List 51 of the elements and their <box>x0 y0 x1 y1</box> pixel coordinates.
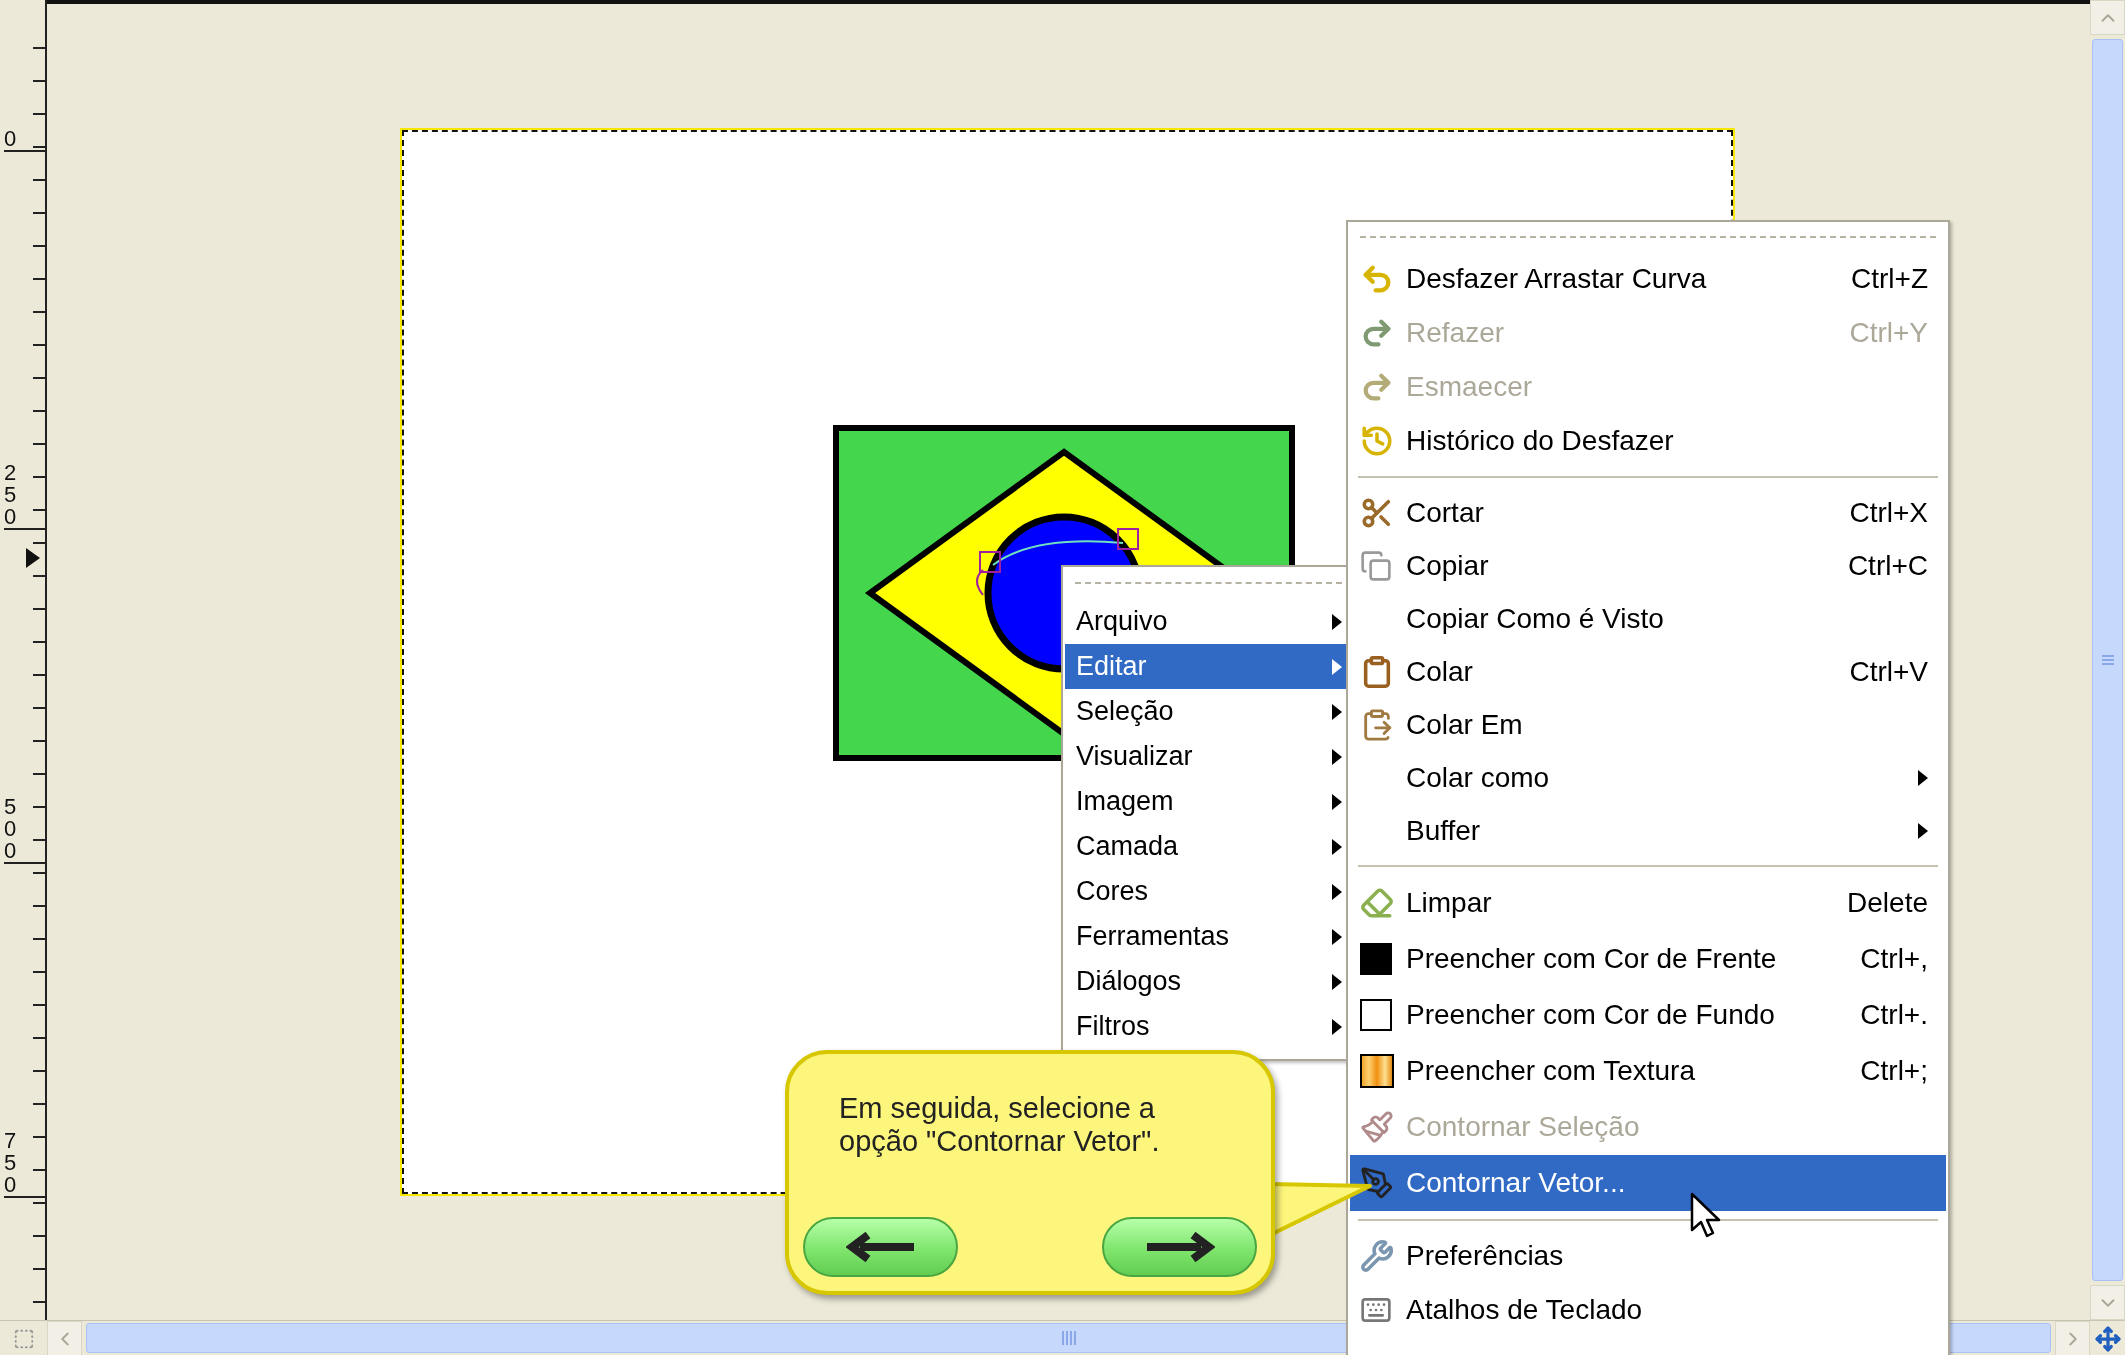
menu-item[interactable]: Buffer <box>1350 804 1946 857</box>
ruler-label: 250 <box>4 462 47 530</box>
quick-mask-icon[interactable] <box>12 1327 35 1350</box>
menu-item[interactable]: Desfazer Arrastar Curva Ctrl+Z <box>1350 252 1946 306</box>
wrench-icon <box>1360 1239 1394 1273</box>
menu-item[interactable]: Colar Ctrl+V <box>1350 645 1946 698</box>
submenu-arrow-icon <box>1332 838 1342 855</box>
menu-item[interactable]: Colar Em <box>1350 698 1946 751</box>
menu-item[interactable]: Preencher com Cor de Frente Ctrl+, <box>1350 931 1946 987</box>
submenu-arrow-icon <box>1918 822 1928 839</box>
menu-item[interactable]: Limpar Delete <box>1350 875 1946 931</box>
submenu-arrow-icon <box>1332 613 1342 630</box>
submenu-arrow-icon <box>1918 769 1928 786</box>
menu-item[interactable]: Preencher com Cor de Fundo Ctrl+. <box>1350 987 1946 1043</box>
right-arrow-icon <box>1144 1232 1215 1262</box>
submenu-arrow-icon <box>1332 973 1342 990</box>
submenu-arrow-icon <box>1332 703 1342 720</box>
scroll-down-button[interactable] <box>2090 1285 2125 1320</box>
ruler-label: 500 <box>4 796 47 864</box>
next-button[interactable] <box>1102 1217 1257 1277</box>
menu-item[interactable]: Copiar Como é Visto <box>1350 592 1946 645</box>
submenu-arrow-icon <box>1332 658 1342 675</box>
pointer-position-marker-icon <box>26 548 40 568</box>
scroll-left-button[interactable] <box>47 1321 82 1355</box>
menu-item[interactable]: Preencher com Textura Ctrl+; <box>1350 1043 1946 1099</box>
submenu-arrow-icon <box>1332 748 1342 765</box>
scroll-up-button[interactable] <box>2090 0 2125 35</box>
ruler-label: 0 <box>4 128 47 152</box>
back-button[interactable] <box>803 1217 958 1277</box>
menu-item[interactable]: Colar como <box>1350 751 1946 804</box>
pattern-swatch-icon <box>1360 1054 1394 1088</box>
outlined-square-icon <box>1360 999 1392 1031</box>
submenu-arrow-icon <box>1332 1018 1342 1035</box>
submenu-arrow-icon <box>1332 928 1342 945</box>
submenu-arrow-icon <box>1332 883 1342 900</box>
solid-square-icon <box>1360 943 1392 975</box>
submenu-arrow-icon <box>1332 793 1342 810</box>
ruler-label: 750 <box>4 1130 47 1198</box>
left-arrow-icon <box>845 1232 916 1262</box>
menu-item[interactable]: Histórico do Desfazer <box>1350 414 1946 468</box>
copy-icon <box>1360 549 1392 582</box>
menu-item[interactable]: Cortar Ctrl+X <box>1350 486 1946 539</box>
menu-item[interactable]: Atalhos de Teclado <box>1350 1283 1946 1337</box>
vertical-scrollbar-thumb[interactable] <box>2092 39 2123 1281</box>
navigate-icon[interactable] <box>2094 1325 2121 1352</box>
callout-text: Em seguida, selecione a opção "Contornar Vetor". <box>839 1092 1161 1160</box>
history-icon <box>1360 424 1394 458</box>
menu-item[interactable]: Contornar Vetor... <box>1350 1155 1946 1211</box>
menu-item[interactable]: Copiar Ctrl+C <box>1350 539 1946 592</box>
menu-item[interactable]: Preferências <box>1350 1229 1946 1283</box>
mouse-pointer-icon <box>1690 1192 1722 1240</box>
